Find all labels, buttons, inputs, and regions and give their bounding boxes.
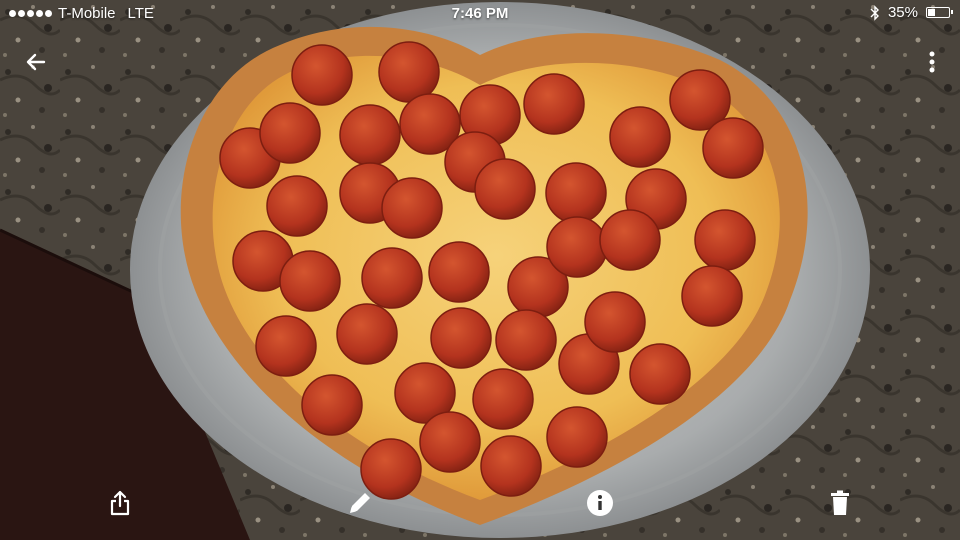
pepperoni-slice [291, 44, 353, 106]
pepperoni-slice [523, 73, 585, 135]
more-vertical-icon [929, 51, 935, 73]
pizza-photo [0, 0, 960, 540]
share-icon [110, 490, 130, 516]
pepperoni-slice [546, 216, 608, 278]
more-options-button[interactable] [912, 42, 952, 82]
pepperoni-slice [378, 41, 440, 103]
pepperoni-slice [472, 368, 534, 430]
back-button[interactable] [16, 42, 56, 82]
pepperoni-slice [474, 158, 536, 220]
status-bar: T-Mobile LTE 7:46 PM 35% [0, 0, 960, 28]
edit-button[interactable] [340, 483, 380, 523]
info-icon [587, 490, 613, 516]
back-arrow-icon [26, 53, 46, 71]
pepperoni-slice [681, 265, 743, 327]
photo-viewer[interactable] [0, 0, 960, 540]
battery-fill [928, 9, 935, 16]
bluetooth-icon [870, 4, 879, 21]
bottom-action-bar [0, 478, 960, 528]
pepperoni-slice [381, 177, 443, 239]
pepperoni-slice [266, 175, 328, 237]
pepperoni-slice [694, 209, 756, 271]
status-time: 7:46 PM [451, 5, 509, 22]
pepperoni-slice [339, 104, 401, 166]
pepperoni-slice [255, 315, 317, 377]
pepperoni-slice [545, 162, 607, 224]
trash-icon [831, 490, 849, 515]
share-button[interactable] [100, 483, 140, 523]
pepperoni-slice [419, 411, 481, 473]
battery-icon [926, 7, 953, 18]
status-right: 35% [870, 4, 953, 21]
pepperoni-slice [361, 247, 423, 309]
pepperoni-slice [336, 303, 398, 365]
pepperoni-slice [259, 102, 321, 164]
pepperoni-slice [428, 241, 490, 303]
info-button[interactable] [580, 483, 620, 523]
pepperoni-slice [584, 291, 646, 353]
pepperoni-slice [495, 309, 557, 371]
pepperoni-slice [629, 343, 691, 405]
battery-percent: 35% [887, 4, 918, 21]
pepperoni-slice [546, 406, 608, 468]
delete-button[interactable] [820, 483, 860, 523]
pepperoni-slice [279, 250, 341, 312]
pepperoni-slice [599, 209, 661, 271]
pepperoni-slice [301, 374, 363, 436]
edit-pencil-icon [350, 493, 370, 513]
pepperoni-slice [430, 307, 492, 369]
pepperoni-slice [609, 106, 671, 168]
pepperoni-slice [702, 117, 764, 179]
